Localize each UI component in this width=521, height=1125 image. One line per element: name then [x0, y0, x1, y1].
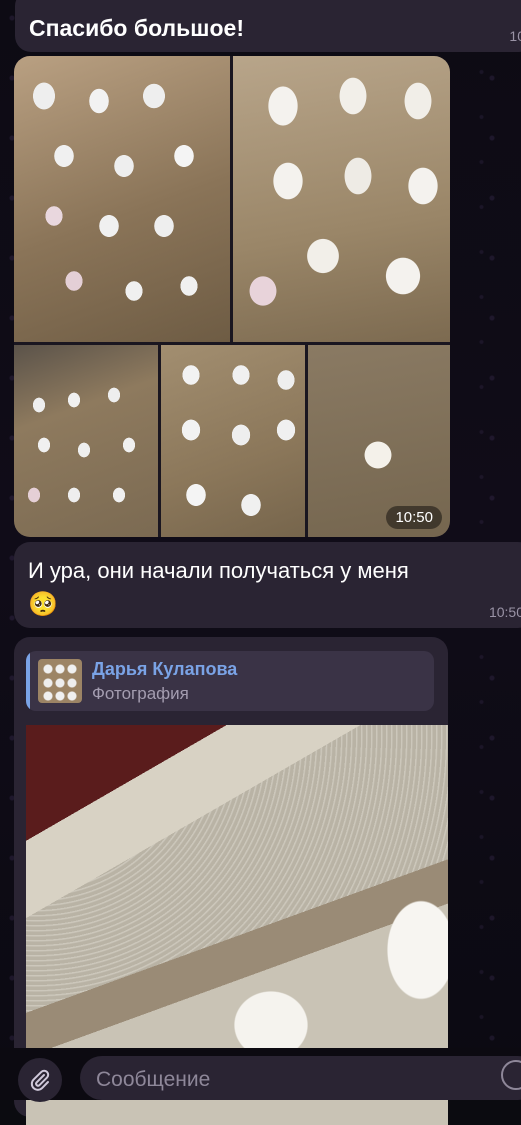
- message-input-placeholder: Сообщение: [96, 1068, 211, 1091]
- message-bubble[interactable]: Спасибо большое! 10: [15, 0, 521, 52]
- reply-preview[interactable]: Дарья Кулапова Фотография: [26, 651, 434, 711]
- emoji: 🥺: [28, 591, 58, 618]
- message-bubble[interactable]: И ура, они начали получаться у меня 🥺 10…: [14, 542, 521, 628]
- message-text: И ура, они начали получаться у меня: [28, 558, 409, 583]
- paperclip-icon[interactable]: [18, 1058, 62, 1102]
- photo-album[interactable]: 10:50: [14, 56, 450, 537]
- album-photo[interactable]: [14, 345, 158, 537]
- message-text: Спасибо большое!: [29, 15, 244, 41]
- message-time: 10:50: [488, 604, 521, 620]
- message-input[interactable]: Сообщение: [80, 1056, 521, 1100]
- reply-message-bubble[interactable]: Дарья Кулапова Фотография: [14, 637, 448, 1125]
- album-time: 10:50: [386, 506, 442, 529]
- album-photo[interactable]: [161, 345, 305, 537]
- message-time: 10: [509, 28, 521, 44]
- reply-accent-bar: [26, 651, 30, 711]
- reply-thumbnail: [38, 659, 82, 703]
- reply-sender-name: Дарья Кулапова: [92, 659, 238, 679]
- reply-subtitle: Фотография: [92, 684, 189, 703]
- album-photo[interactable]: [14, 56, 230, 342]
- message-composer: Сообщение: [0, 1048, 521, 1102]
- album-photo[interactable]: [233, 56, 450, 342]
